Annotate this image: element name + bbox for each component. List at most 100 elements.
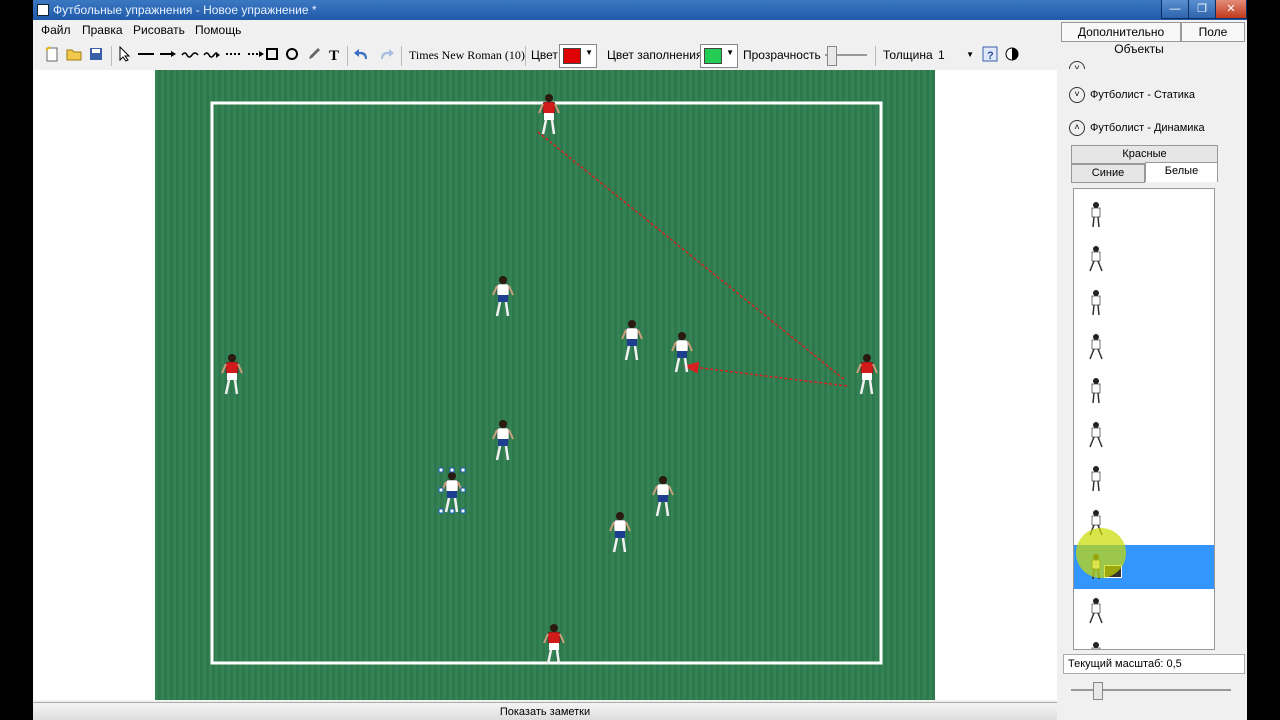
player-shorts [544, 113, 554, 120]
color-picker[interactable]: ▼ [559, 44, 597, 68]
contrast-icon[interactable] [1003, 46, 1021, 64]
player-shorts [549, 643, 559, 650]
player-leg [504, 445, 510, 461]
player-figure-item[interactable] [1074, 457, 1214, 501]
player-figure-list[interactable] [1073, 188, 1215, 650]
zoom-slider[interactable] [1071, 680, 1231, 700]
slider-thumb[interactable] [827, 46, 837, 66]
cursor-highlight [1076, 528, 1126, 578]
new-file-icon[interactable] [43, 46, 61, 64]
fill-color-picker[interactable]: ▼ [700, 44, 738, 68]
player-shorts [498, 295, 508, 302]
player-leg [655, 501, 662, 517]
color-label: Цвет [531, 48, 558, 62]
player-figure-item[interactable] [1074, 633, 1214, 649]
tab-team-blue[interactable]: Синие [1071, 164, 1145, 183]
text-tool-icon[interactable]: T [325, 46, 343, 64]
font-selector[interactable]: Times New Roman (10) [409, 46, 525, 64]
drawing-canvas[interactable] [33, 70, 1057, 700]
player-figure-item[interactable] [1074, 237, 1214, 281]
white-player[interactable] [492, 420, 514, 461]
category-player-static[interactable]: ˅ Футболист - Статика [1069, 85, 1195, 105]
player-head [863, 354, 871, 362]
category-partial[interactable]: ˅ [1069, 59, 1090, 69]
pencil-tool-icon[interactable] [305, 46, 323, 64]
player-figure-item[interactable] [1074, 281, 1214, 325]
wave-line-tool-icon[interactable] [181, 46, 199, 64]
player-shorts [227, 373, 237, 380]
player-leg [504, 301, 510, 317]
white-player[interactable] [671, 332, 693, 373]
close-button[interactable]: ✕ [1215, 0, 1247, 19]
selection-handle [438, 467, 444, 473]
thickness-selector[interactable]: 1 ▼ [938, 46, 976, 64]
football-pitch[interactable] [155, 70, 935, 700]
minimize-button[interactable]: — [1161, 0, 1189, 19]
player-figure-item[interactable] [1074, 369, 1214, 413]
player-figure-item[interactable] [1074, 325, 1214, 369]
menu-file[interactable]: Файл [41, 23, 71, 37]
tab-field[interactable]: Поле [1181, 22, 1245, 42]
slider-thumb[interactable] [1093, 682, 1103, 700]
show-notes-button[interactable]: Показать заметки [33, 702, 1057, 720]
red-player[interactable] [538, 94, 560, 135]
rectangle-tool-icon[interactable] [263, 46, 281, 64]
pitch-drawing[interactable] [155, 70, 935, 700]
player-leg [868, 379, 874, 395]
app-window: Футбольные упражнения - Новое упражнение… [33, 0, 1247, 720]
player-figure-icon [1089, 334, 1103, 360]
help-icon[interactable]: ? [981, 46, 999, 64]
white-player[interactable] [438, 467, 466, 514]
menu-help[interactable]: Помощь [195, 23, 241, 37]
player-leg [612, 537, 619, 553]
player-figure-item[interactable] [1074, 413, 1214, 457]
player-head [499, 276, 507, 284]
line-tool-icon[interactable] [137, 46, 155, 64]
dotted-line-tool-icon[interactable] [225, 46, 243, 64]
maximize-button[interactable]: ❐ [1188, 0, 1216, 19]
arrow-line-tool-icon[interactable] [159, 46, 177, 64]
selection-handle [438, 508, 444, 514]
player-figure-item[interactable] [1074, 589, 1214, 633]
player-figure-icon [1091, 202, 1101, 228]
player-arm [687, 341, 693, 352]
open-folder-icon[interactable] [65, 46, 83, 64]
redo-icon[interactable] [377, 46, 395, 64]
player-head [499, 420, 507, 428]
red-player[interactable] [856, 354, 878, 395]
toolbar: T Times New Roman (10) Цвет ▼ Цвет запол… [33, 40, 1057, 70]
player-leg [550, 119, 556, 135]
toolbar-separator [401, 46, 402, 66]
player-figure-icon [1091, 466, 1101, 492]
tab-advanced[interactable]: Дополнительно [1061, 22, 1181, 42]
tab-team-white[interactable]: Белые [1145, 162, 1218, 182]
player-figure-item[interactable] [1074, 193, 1214, 237]
objects-caption: Объекты [1114, 42, 1164, 56]
pass-arrow [683, 361, 848, 387]
white-player[interactable] [492, 276, 514, 317]
white-player[interactable] [609, 512, 631, 553]
player-head [228, 354, 236, 362]
player-arm [609, 521, 615, 532]
player-arm [508, 429, 514, 440]
red-player[interactable] [543, 624, 565, 665]
red-player[interactable] [221, 354, 243, 395]
undo-icon[interactable] [353, 46, 371, 64]
opacity-slider[interactable] [825, 46, 867, 66]
select-pointer-icon[interactable] [115, 45, 133, 64]
player-arm [872, 363, 878, 374]
player-leg [859, 379, 866, 395]
white-player[interactable] [621, 320, 643, 361]
player-shorts [447, 491, 457, 498]
selection-handle [449, 508, 455, 514]
save-icon[interactable] [87, 46, 105, 64]
fill-color-label: Цвет заполнения [607, 48, 703, 62]
wave-arrow-tool-icon[interactable] [203, 46, 221, 64]
player-arm [668, 485, 674, 496]
category-player-dynamic[interactable]: ˄ Футболист - Динамика [1069, 118, 1205, 138]
white-player[interactable] [652, 476, 674, 517]
menu-edit[interactable]: Правка [82, 23, 123, 37]
ellipse-tool-icon[interactable] [283, 46, 301, 64]
menu-draw[interactable]: Рисовать [133, 23, 185, 37]
svg-text:T: T [329, 48, 339, 62]
